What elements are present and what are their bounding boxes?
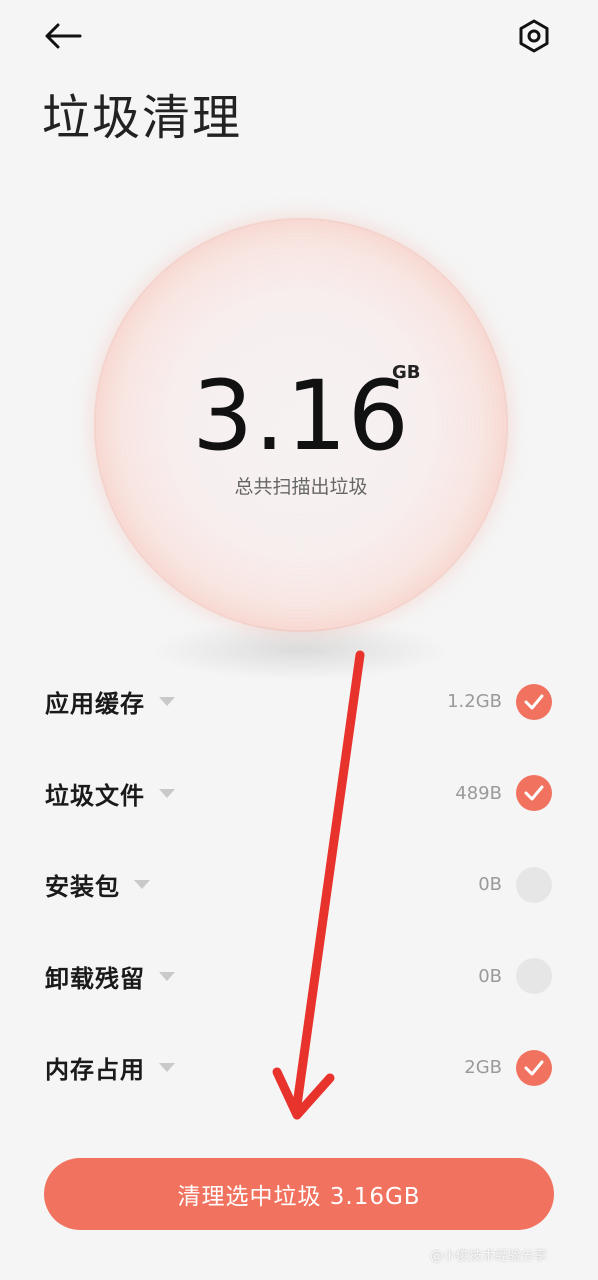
total-junk-unit: GB <box>392 362 421 383</box>
junk-cleaner-screen: 垃圾清理 3.16 GB 总共扫描出垃圾 应用缓存 1.2GB 垃圾文件 489… <box>0 0 598 1280</box>
expand-caret-icon[interactable] <box>134 880 150 890</box>
checkbox-checked[interactable] <box>516 1049 552 1086</box>
gear-icon <box>519 19 549 53</box>
junk-category-list: 应用缓存 1.2GB 垃圾文件 489B 安装包 0B 卸载残留 0B 内存占用… <box>0 656 598 1114</box>
list-item-memory-usage[interactable]: 内存占用 2GB <box>0 1022 598 1114</box>
list-item-app-cache[interactable]: 应用缓存 1.2GB <box>0 656 598 748</box>
checkbox-checked[interactable] <box>516 775 552 812</box>
list-item-label: 内存占用 <box>45 1056 145 1085</box>
list-item-junk-files[interactable]: 垃圾文件 489B <box>0 748 598 840</box>
page-title: 垃圾清理 <box>42 90 243 146</box>
list-item-size: 2GB <box>464 1057 502 1079</box>
list-item-label: 安装包 <box>45 873 120 902</box>
checkbox-checked[interactable] <box>516 683 552 720</box>
checkmark-icon <box>524 1060 544 1076</box>
list-item-size: 1.2GB <box>447 691 502 713</box>
list-item-size: 0B <box>478 965 502 987</box>
back-button[interactable] <box>40 18 86 54</box>
list-item-uninstall-residue[interactable]: 卸载残留 0B <box>0 931 598 1023</box>
total-junk-value: 3.16 <box>192 360 410 472</box>
watermark-text: @小俊技术经验分享 <box>430 1249 548 1264</box>
expand-caret-icon[interactable] <box>159 697 175 707</box>
checkbox-unchecked[interactable] <box>516 866 552 903</box>
checkmark-icon <box>524 785 544 801</box>
settings-button[interactable] <box>512 14 556 58</box>
list-item-size: 0B <box>478 874 502 896</box>
list-item-label: 应用缓存 <box>45 690 145 719</box>
scan-summary-orb: 3.16 GB 总共扫描出垃圾 <box>96 220 506 630</box>
total-junk-caption: 总共扫描出垃圾 <box>234 476 368 498</box>
checkmark-icon <box>524 694 544 710</box>
list-item-install-packages[interactable]: 安装包 0B <box>0 839 598 931</box>
expand-caret-icon[interactable] <box>159 1063 175 1073</box>
expand-caret-icon[interactable] <box>159 971 175 981</box>
list-item-label: 卸载残留 <box>45 964 145 993</box>
arrow-left-icon <box>45 23 82 49</box>
clean-selected-button[interactable]: 清理选中垃圾 3.16GB <box>44 1158 554 1230</box>
expand-caret-icon[interactable] <box>159 788 175 798</box>
list-item-label: 垃圾文件 <box>45 781 145 810</box>
checkbox-unchecked[interactable] <box>516 958 552 995</box>
list-item-size: 489B <box>455 782 502 804</box>
